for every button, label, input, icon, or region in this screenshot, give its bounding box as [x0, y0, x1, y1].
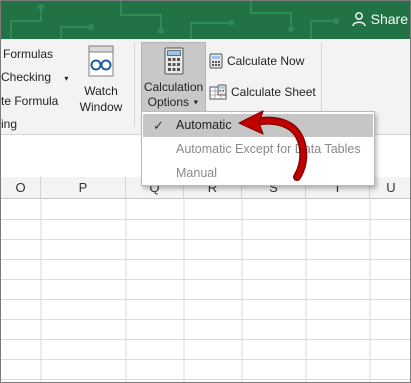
menu-item-automatic-label: Automatic — [176, 118, 232, 132]
calculator-icon — [164, 47, 183, 75]
cell-grid[interactable] — [1, 199, 411, 383]
menu-item-automatic[interactable]: ✓ Automatic — [143, 114, 373, 137]
ribbon-item-error-checking[interactable]: Checking ▾ — [1, 70, 68, 84]
calculator-small-icon — [209, 53, 223, 69]
column-header-u[interactable]: U — [370, 177, 410, 199]
calculate-now-button[interactable]: Calculate Now — [209, 50, 304, 72]
calculator-sheet-icon — [209, 84, 227, 100]
calculation-options-line1: Calculation — [143, 80, 204, 94]
column-header-p[interactable]: P — [41, 177, 126, 199]
circuit-pattern — [10, 1, 339, 39]
menu-item-automatic-except-label: Automatic Except for Data Tables — [176, 142, 361, 156]
chevron-down-icon: ▼ — [192, 99, 200, 107]
share-label: Share — [370, 11, 408, 27]
watch-window-button[interactable]: Watch Window — [73, 43, 129, 121]
calculate-now-label: Calculate Now — [227, 54, 305, 68]
ribbon-item-evaluate-formula[interactable]: te Formula — [1, 94, 58, 108]
menu-item-automatic-except-data-tables[interactable]: Automatic Except for Data Tables — [143, 138, 373, 161]
ribbon-item-error-checking-label: Checking — [1, 70, 52, 84]
window-frame: Share Formulas Checking ▾ te Formula ing… — [0, 0, 411, 383]
calculation-options-menu: ✓ Automatic Automatic Except for Data Ta… — [141, 111, 375, 186]
ribbon-item-formulas[interactable]: Formulas — [3, 47, 53, 61]
checkmark-icon: ✓ — [153, 118, 164, 133]
calculation-options-button[interactable]: Calculation Options ▼ — [141, 42, 206, 112]
column-header-o[interactable]: O — [1, 177, 41, 199]
menu-item-manual[interactable]: Manual — [143, 162, 373, 185]
title-bar: Share — [1, 1, 410, 39]
ribbon-separator — [134, 43, 135, 127]
calculation-options-line2: Options — [147, 95, 190, 109]
share-button[interactable]: Share — [351, 11, 408, 27]
ribbon-item-formula-auditing: ing — [1, 117, 18, 131]
watch-window-line2: Window — [79, 100, 123, 114]
watch-window-line1: Watch — [84, 84, 118, 98]
chevron-down-icon: ▾ — [64, 74, 69, 83]
calculate-sheet-button[interactable]: Calculate Sheet — [209, 81, 316, 103]
glasses-icon — [88, 45, 114, 77]
calculation-options-line2-wrap: Options ▼ — [142, 95, 205, 110]
menu-item-manual-label: Manual — [176, 166, 217, 180]
calculate-sheet-label: Calculate Sheet — [231, 85, 316, 99]
person-icon — [351, 12, 366, 27]
